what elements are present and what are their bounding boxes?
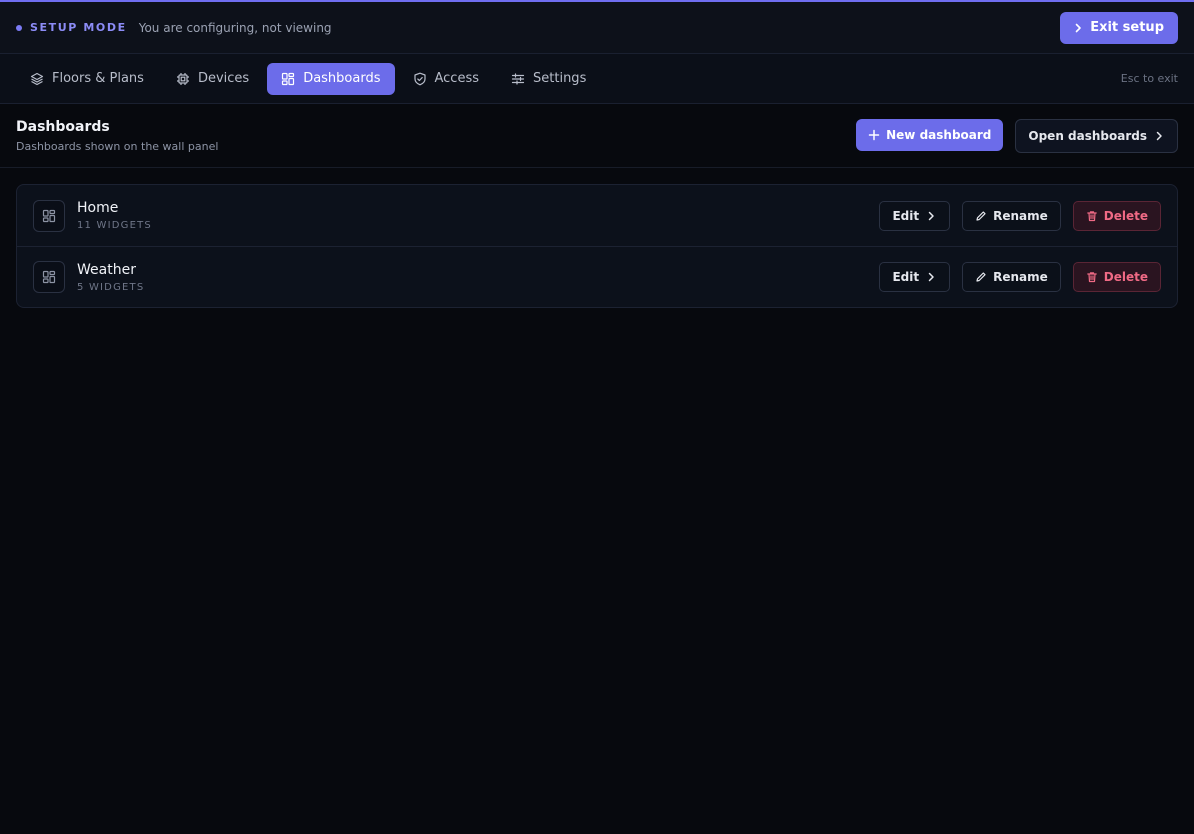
rename-label: Rename [993, 270, 1048, 284]
page-header: Dashboards Dashboards shown on the wall … [0, 104, 1194, 168]
dashboard-icon [33, 199, 65, 232]
dashboard-list: Home 11 WIDGETS Edit Rename Delete Weath… [16, 184, 1178, 308]
tab-list: Floors & Plans Devices Dashboards Access… [16, 62, 600, 95]
delete-label: Delete [1103, 208, 1148, 223]
dashboard-name: Home [77, 200, 119, 216]
chip-icon [176, 72, 189, 85]
tab-label: Access [434, 71, 480, 86]
nav-bar: Floors & Plans Devices Dashboards Access… [0, 54, 1194, 104]
rename-button[interactable]: Rename [962, 200, 1061, 231]
shield-icon [413, 72, 426, 85]
widget-count: 5 WIDGETS [77, 281, 145, 293]
delete-button[interactable]: Delete [1072, 200, 1161, 231]
open-dashboards-button[interactable]: Open dashboards [1015, 118, 1178, 153]
page-title: Dashboards [16, 118, 110, 135]
trash-icon [1086, 272, 1097, 283]
setup-description: You are configuring, not viewing [138, 20, 332, 35]
list-item-info: Weather 5 WIDGETS [33, 261, 144, 293]
dashboard-name: Weather [77, 261, 136, 278]
list-item: Weather 5 WIDGETS Edit Rename Delete [17, 246, 1177, 307]
list-item-info: Home 11 WIDGETS [33, 199, 152, 232]
list-item-text: Weather 5 WIDGETS [77, 262, 144, 293]
status-dot-icon [16, 24, 22, 31]
tab-access[interactable]: Access [399, 63, 494, 95]
esc-hint: Esc to exit [1120, 72, 1178, 85]
chevron-right-icon [928, 211, 934, 220]
edit-label: Edit [892, 270, 920, 284]
setup-mode-label: SETUP MODE [30, 21, 127, 34]
tab-label: Floors & Plans [52, 71, 144, 86]
tab-dashboards[interactable]: Dashboards [267, 62, 395, 95]
tab-floors-plans[interactable]: Floors & Plans [16, 63, 158, 95]
list-item-text: Home 11 WIDGETS [77, 200, 152, 231]
tab-label: Settings [533, 71, 587, 86]
chevron-right-icon [1156, 131, 1162, 140]
setup-bar: SETUP MODE You are configuring, not view… [0, 2, 1194, 54]
pencil-icon [976, 210, 986, 221]
row-actions: Edit Rename Delete [879, 262, 1161, 292]
dashboard-icon [282, 72, 295, 85]
rename-button[interactable]: Rename [962, 262, 1061, 292]
new-dashboard-button[interactable]: New dashboard [856, 118, 1004, 151]
tab-devices[interactable]: Devices [162, 63, 263, 95]
delete-label: Delete [1103, 270, 1148, 284]
trash-icon [1086, 210, 1097, 221]
tab-label: Devices [197, 71, 250, 86]
page-subtitle: Dashboards shown on the wall panel [16, 139, 219, 153]
layers-icon [30, 72, 44, 85]
delete-button[interactable]: Delete [1072, 262, 1161, 292]
edit-button[interactable]: Edit [879, 200, 951, 231]
sliders-icon [511, 72, 525, 85]
dashboard-icon [33, 261, 65, 293]
open-dashboards-label: Open dashboards [1028, 128, 1147, 143]
exit-setup-label: Exit setup [1090, 20, 1164, 35]
plus-icon [868, 129, 880, 140]
exit-setup-button[interactable]: Exit setup [1060, 11, 1178, 44]
edit-label: Edit [892, 208, 920, 223]
chevron-right-icon [1075, 23, 1082, 32]
tab-settings[interactable]: Settings [497, 63, 600, 95]
list-item: Home 11 WIDGETS Edit Rename Delete [17, 185, 1177, 246]
pencil-icon [976, 272, 986, 282]
chevron-right-icon [928, 272, 934, 282]
edit-button[interactable]: Edit [879, 262, 951, 292]
tab-label: Dashboards [303, 71, 381, 86]
page-heading: Dashboards Dashboards shown on the wall … [16, 119, 218, 153]
setup-info: SETUP MODE You are configuring, not view… [16, 21, 332, 35]
row-actions: Edit Rename Delete [879, 200, 1161, 231]
rename-label: Rename [993, 208, 1048, 223]
new-dashboard-label: New dashboard [886, 127, 992, 142]
widget-count: 11 WIDGETS [77, 220, 152, 231]
header-actions: New dashboard Open dashboards [856, 118, 1178, 153]
